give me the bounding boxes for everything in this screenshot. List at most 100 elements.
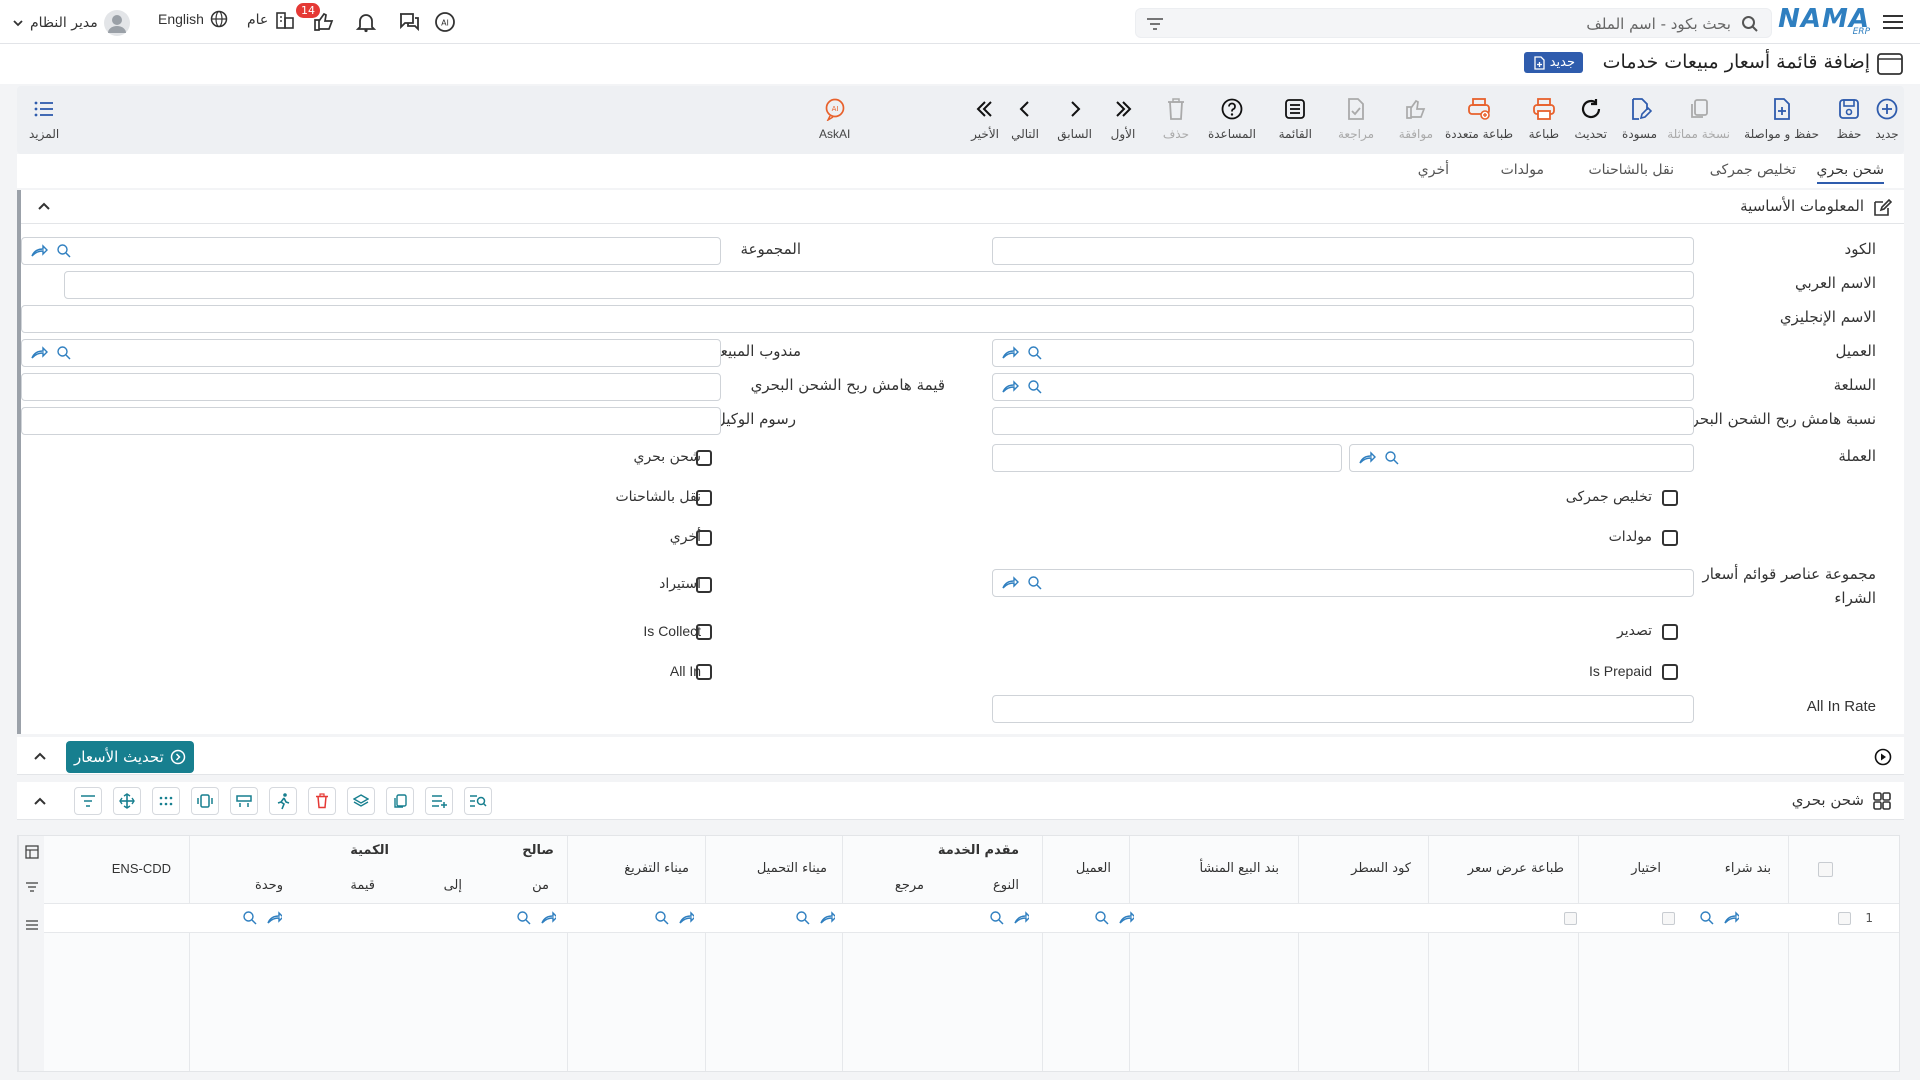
grid-delete-button[interactable] (308, 787, 336, 815)
header-print-quote[interactable]: طباعة عرض سعر (1468, 861, 1564, 876)
lookup-search-icon[interactable] (1384, 450, 1400, 466)
sea-margin-pct-field[interactable] (992, 407, 1694, 435)
tab-sea-freight[interactable]: شحن بحري (1816, 162, 1884, 184)
currency-rate-field[interactable] (992, 444, 1342, 472)
previous-button[interactable]: السابق (1057, 96, 1092, 141)
header-customer[interactable]: العميل (1076, 861, 1111, 876)
lookup-search-icon[interactable] (56, 345, 72, 361)
customs-checkbox[interactable] (1662, 490, 1678, 506)
header-to[interactable]: إلى (444, 878, 462, 893)
review-button[interactable]: مراجعة (1338, 96, 1374, 141)
collapse-chevron-icon[interactable] (33, 751, 47, 761)
share-arrow-icon[interactable] (1358, 450, 1376, 466)
grid-layers-button[interactable] (347, 787, 375, 815)
customer-field[interactable] (992, 339, 1694, 367)
row-checkbox[interactable] (1838, 912, 1851, 925)
language-selector[interactable]: English (158, 10, 228, 28)
askai-button-inner[interactable]: AI AskAI (819, 96, 850, 141)
purchase-item-lookup[interactable] (1699, 910, 1739, 926)
currency-lookup-field[interactable] (1349, 444, 1694, 472)
group-field[interactable] (21, 237, 721, 265)
unit-lookup[interactable] (242, 910, 282, 926)
header-from[interactable]: من (532, 878, 549, 893)
search-input[interactable]: بحث بكود - اسم الملف (1586, 15, 1731, 33)
collapse-chevron-icon[interactable] (33, 796, 47, 806)
grid-dots-button[interactable] (152, 787, 180, 815)
grid-column-button[interactable] (191, 787, 219, 815)
header-unit[interactable]: وحدة (255, 878, 283, 893)
is-prepaid-checkbox[interactable] (1662, 664, 1678, 680)
select-all-checkbox[interactable] (1818, 862, 1833, 877)
select-checkbox[interactable] (1662, 912, 1675, 925)
grid-search-button[interactable] (464, 787, 492, 815)
copy-similar-button[interactable]: نسخة مماثلة (1667, 96, 1730, 141)
hamburger-menu-icon[interactable] (1882, 12, 1904, 32)
menu-lines-icon[interactable] (25, 919, 39, 931)
update-prices-button[interactable]: تحديث الأسعار (66, 741, 194, 773)
approve-button[interactable]: موافقة (1399, 96, 1433, 141)
header-origin-sale-item[interactable]: بند البيع المنشأ (1199, 861, 1279, 876)
agent-fees-field[interactable] (21, 407, 721, 435)
origin-sale-item-lookup[interactable] (1094, 910, 1134, 926)
english-name-field[interactable] (21, 305, 1694, 333)
tab-generators[interactable]: مولدات (1501, 162, 1544, 178)
refresh-button[interactable]: تحديث (1574, 96, 1607, 141)
arabic-name-field[interactable] (64, 271, 1694, 299)
bell-icon[interactable] (355, 11, 377, 33)
customer-lookup[interactable] (989, 910, 1029, 926)
chat-icon[interactable] (397, 11, 421, 33)
more-button[interactable]: المزيد (29, 96, 59, 141)
tab-other[interactable]: أخري (1418, 162, 1449, 178)
purchase-group-field[interactable] (992, 569, 1694, 597)
branch-selector[interactable]: عام (247, 10, 296, 30)
grid-add-rows-button[interactable] (425, 787, 453, 815)
filter-icon[interactable] (1146, 16, 1164, 32)
header-select[interactable]: اختيار (1631, 861, 1661, 876)
print-button[interactable]: طباعة (1529, 96, 1559, 141)
multi-print-button[interactable]: طباعة متعددة (1445, 96, 1513, 141)
table-icon[interactable] (25, 845, 39, 859)
header-ens-cdd[interactable]: ENS-CDD (112, 861, 171, 876)
sales-rep-field[interactable] (21, 339, 721, 367)
generators-checkbox[interactable] (1662, 530, 1678, 546)
header-purchase-item[interactable]: بند شراء (1725, 861, 1771, 876)
save-continue-button[interactable]: حفظ و مواصلة (1744, 96, 1819, 141)
header-value[interactable]: قيمة (350, 878, 375, 893)
grid-move-button[interactable] (113, 787, 141, 815)
search-box[interactable]: بحث بكود - اسم الملف (1135, 8, 1772, 38)
ai-assistant-icon[interactable]: AI (433, 10, 457, 34)
grid-insert-row-button[interactable] (230, 787, 258, 815)
next-button[interactable]: التالي (1011, 96, 1039, 141)
grid-copy-button[interactable] (386, 787, 414, 815)
new-button[interactable]: جديد (1874, 96, 1900, 141)
header-reference[interactable]: مرجع (895, 878, 924, 893)
list-button[interactable]: القائمة (1279, 96, 1312, 141)
play-circle-icon[interactable] (1874, 748, 1892, 766)
grid-filter-button[interactable] (74, 787, 102, 815)
grid-run-button[interactable] (269, 787, 297, 815)
share-arrow-icon[interactable] (30, 243, 48, 259)
lookup-search-icon[interactable] (1027, 379, 1043, 395)
share-arrow-icon[interactable] (1001, 575, 1019, 591)
header-line-code[interactable]: كود السطر (1351, 861, 1411, 876)
share-arrow-icon[interactable] (1001, 345, 1019, 361)
help-button[interactable]: المساعدة (1208, 96, 1256, 141)
first-button[interactable]: الأول (1110, 96, 1136, 141)
export-checkbox[interactable] (1662, 624, 1678, 640)
draft-button[interactable]: مسودة (1622, 96, 1657, 141)
header-discharge-port[interactable]: ميناء التفريغ (624, 861, 689, 876)
delete-button[interactable]: حذف (1163, 96, 1189, 141)
tab-trucking[interactable]: نقل بالشاحنات (1588, 162, 1674, 178)
lookup-search-icon[interactable] (1027, 575, 1043, 591)
print-quote-checkbox[interactable] (1564, 912, 1577, 925)
table-row[interactable]: 1 (44, 903, 1899, 933)
header-type[interactable]: النوع (993, 878, 1019, 893)
share-arrow-icon[interactable] (30, 345, 48, 361)
collapse-chevron-icon[interactable] (37, 201, 51, 211)
discharge-port-lookup[interactable] (516, 910, 556, 926)
sea-margin-value-field[interactable] (21, 373, 721, 401)
code-field[interactable] (992, 237, 1694, 265)
commodity-field[interactable] (992, 373, 1694, 401)
reference-lookup[interactable] (795, 910, 835, 926)
lookup-search-icon[interactable] (56, 243, 72, 259)
